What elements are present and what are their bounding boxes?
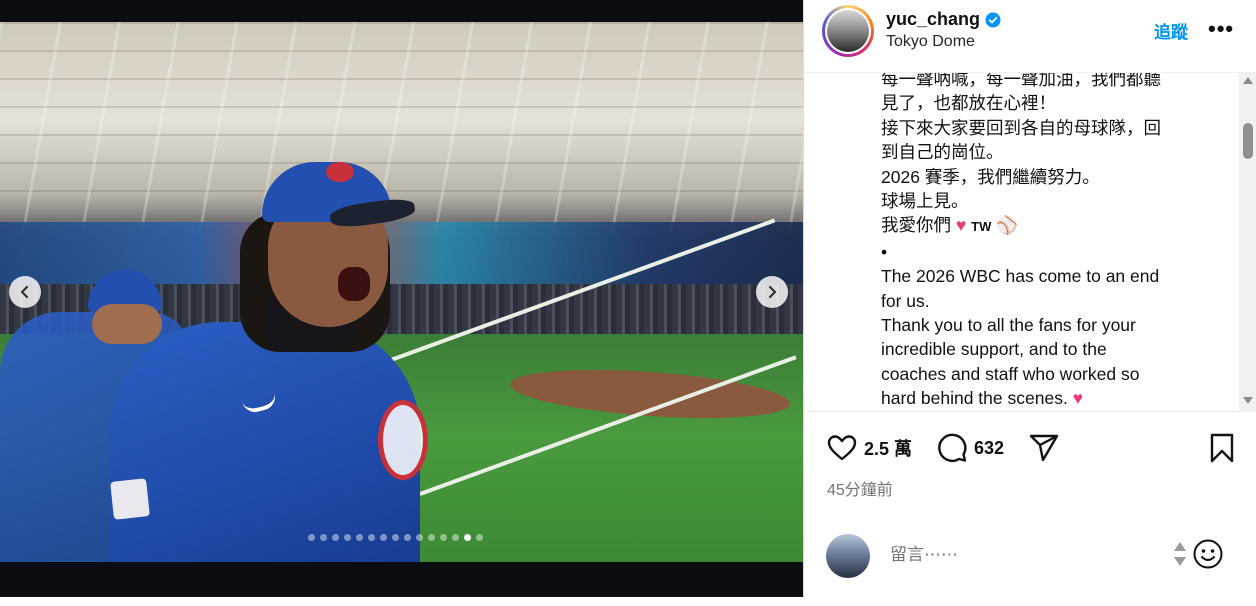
- caption-line: 我愛你們: [881, 215, 951, 236]
- carousel-dot: [320, 534, 327, 541]
- post-photo[interactable]: [0, 22, 803, 562]
- avatar-frame: [825, 8, 871, 54]
- verified-badge-icon: [985, 12, 1001, 28]
- heart-emoji-icon: ♥: [1072, 388, 1084, 409]
- post-actions: 2.5 萬 632: [804, 428, 1256, 468]
- carousel-dot: [356, 534, 363, 541]
- scroll-up-arrow-icon[interactable]: [1243, 77, 1253, 84]
- chevron-right-icon: [768, 285, 777, 299]
- post-caption: 每一聲吶喊，每一聲加油，我們都聽 見了，也都放在心裡！ 接下來大家要回到各自的母…: [881, 73, 1216, 411]
- share-button[interactable]: [1028, 432, 1060, 464]
- carousel-dot: [428, 534, 435, 541]
- author-username[interactable]: yuc_chang: [886, 9, 980, 30]
- caption-line: •: [881, 241, 888, 262]
- carousel-dot: [308, 534, 315, 541]
- follow-button[interactable]: 追蹤: [1154, 18, 1188, 43]
- caption-line: 每一聲吶喊，每一聲加油，我們都聽: [881, 73, 1161, 89]
- chevron-left-icon: [20, 285, 29, 299]
- caption-scroll-area[interactable]: 每一聲吶喊，每一聲加油，我們都聽 見了，也都放在心裡！ 接下來大家要回到各自的母…: [804, 73, 1256, 412]
- caption-scrollbar[interactable]: [1239, 73, 1256, 411]
- smiley-icon: [1193, 539, 1223, 569]
- carousel-next-button[interactable]: [756, 276, 788, 308]
- scrollbar-thumb[interactable]: [1243, 123, 1253, 159]
- caption-line: 2026 賽季，我們繼續努力。: [881, 166, 1100, 187]
- add-comment-bar: [804, 530, 1256, 590]
- caption-line: 到自己的崗位。: [881, 142, 1004, 163]
- caption-line-with-emoji: 我愛你們 ♥ TW ⚾: [881, 213, 1216, 239]
- teammate-face: [92, 304, 162, 344]
- post-header: yuc_chang Tokyo Dome 追蹤 •••: [804, 0, 1256, 73]
- arrow-down-icon: [1174, 557, 1186, 566]
- caption-line: hard behind the scenes.: [881, 388, 1068, 409]
- comment-bubble-icon: [938, 433, 967, 462]
- carousel-dot: [392, 534, 399, 541]
- sleeve-patch: [110, 478, 150, 520]
- cap-logo: [326, 162, 354, 182]
- comment-input[interactable]: [888, 544, 1162, 566]
- send-paper-plane-icon: [1029, 434, 1059, 462]
- jersey-logo: [378, 400, 428, 480]
- author-avatar[interactable]: [822, 5, 874, 57]
- username-row: yuc_chang: [886, 9, 1001, 30]
- carousel-dot: [476, 534, 483, 541]
- carousel-dot: [416, 534, 423, 541]
- save-button[interactable]: [1206, 432, 1238, 464]
- caption-line: 見了，也都放在心裡！: [881, 93, 1056, 114]
- viewer-avatar: [826, 534, 870, 578]
- like-button[interactable]: 2.5 萬: [826, 432, 912, 464]
- comment-button[interactable]: 632: [936, 432, 1004, 464]
- caption-line-with-emoji: hard behind the scenes. ♥: [881, 386, 1216, 410]
- emoji-picker-button[interactable]: [1192, 538, 1224, 570]
- carousel-dot: [464, 534, 471, 541]
- arrow-up-icon: [1174, 542, 1186, 551]
- carousel-dots: [308, 534, 483, 541]
- carousel-prev-button[interactable]: [9, 276, 41, 308]
- carousel-dot: [332, 534, 339, 541]
- post-side-panel: yuc_chang Tokyo Dome 追蹤 ••• 每一聲吶喊，每一聲加油，…: [803, 0, 1256, 597]
- carousel-dot: [440, 534, 447, 541]
- player-mouth: [338, 267, 370, 301]
- caption-line: 接下來大家要回到各自的母球隊，回: [881, 117, 1161, 138]
- caption-line: Thank you to all the fans for your: [881, 315, 1136, 336]
- comments-count[interactable]: 632: [974, 438, 1004, 459]
- caption-line: for us.: [881, 290, 930, 311]
- caption-line: The 2026 WBC has come to an end: [881, 266, 1160, 287]
- baseball-emoji-icon: ⚾: [991, 215, 1019, 236]
- carousel-dot: [452, 534, 459, 541]
- post-media: [0, 0, 803, 597]
- caption-line: 球場上見。: [881, 191, 969, 212]
- more-options-button[interactable]: •••: [1208, 16, 1234, 42]
- scroll-down-arrow-icon[interactable]: [1243, 397, 1253, 404]
- caption-line: coaches and staff who worked so: [881, 363, 1140, 384]
- caption-line: incredible support, and to the: [881, 339, 1107, 360]
- heart-emoji-icon: ♥: [955, 215, 967, 236]
- tw-flag-emoji: TW: [971, 219, 992, 235]
- likes-count[interactable]: 2.5 萬: [864, 435, 912, 461]
- player-jersey: [110, 322, 420, 562]
- post-timestamp[interactable]: 45分鐘前: [827, 476, 893, 500]
- carousel-dot: [344, 534, 351, 541]
- avatar-image: [827, 10, 869, 52]
- heart-icon: [827, 435, 857, 461]
- carousel-dot: [368, 534, 375, 541]
- instagram-post-view: yuc_chang Tokyo Dome 追蹤 ••• 每一聲吶喊，每一聲加油，…: [0, 0, 1256, 606]
- carousel-dot: [380, 534, 387, 541]
- expand-arrows-icon[interactable]: [1174, 542, 1186, 568]
- carousel-dot: [404, 534, 411, 541]
- bookmark-icon: [1210, 433, 1234, 463]
- post-location[interactable]: Tokyo Dome: [886, 33, 975, 51]
